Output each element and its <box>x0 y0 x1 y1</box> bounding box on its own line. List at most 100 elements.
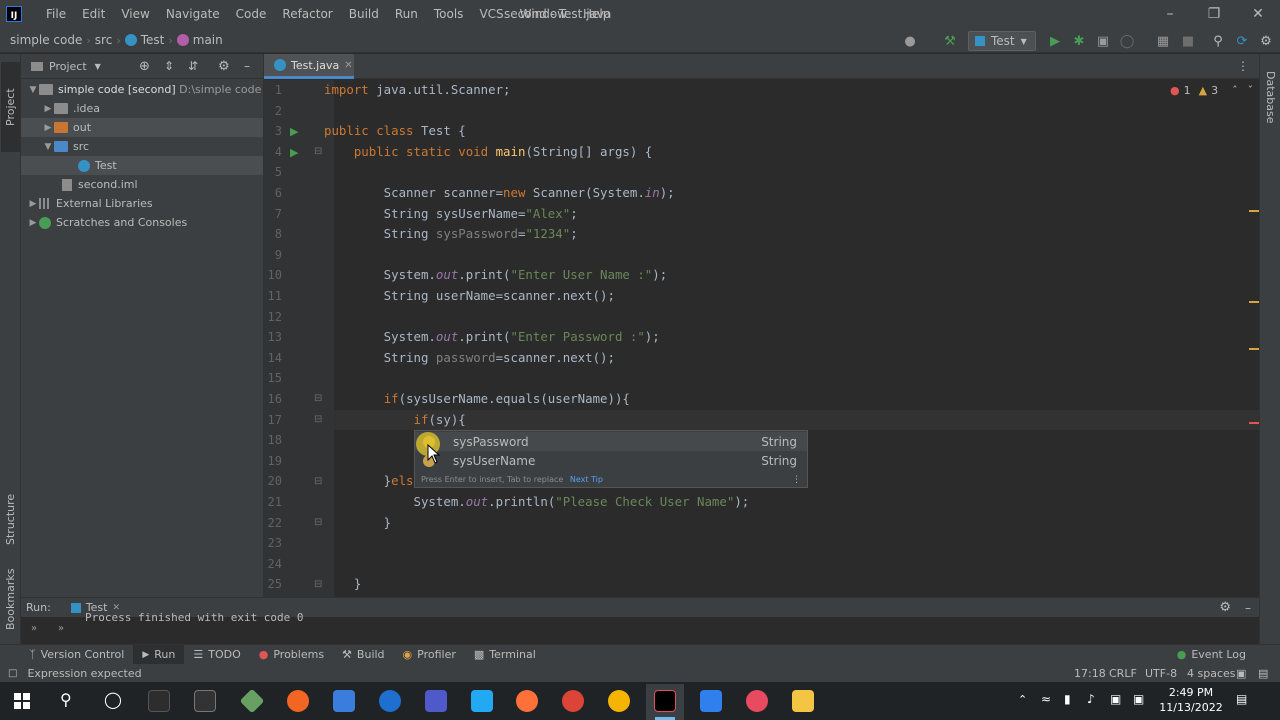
collapse-all-icon[interactable]: ⇵ <box>188 59 198 73</box>
expand-arrow-icon[interactable]: ▶ <box>27 199 39 209</box>
expand-arrow-icon[interactable]: ▶ <box>42 123 54 133</box>
crosshair-icon[interactable]: ⊕ <box>139 59 150 74</box>
todo-button[interactable]: ☰ TODO <box>184 645 249 665</box>
expand-arrow-icon[interactable]: ▼ <box>27 85 39 95</box>
build-tool-button[interactable]: ⚒ Build <box>333 645 394 665</box>
fold-icon[interactable]: ⊟ <box>314 393 322 404</box>
restore-button[interactable]: ❐ <box>1192 0 1236 28</box>
expand-arrow-icon[interactable]: ▶ <box>27 218 39 228</box>
settings-icon[interactable]: ⚙ <box>1258 33 1274 49</box>
wifi-icon[interactable]: ≈ <box>1041 692 1051 706</box>
tree-item-test[interactable]: Test <box>21 156 263 175</box>
database-tool-tab[interactable]: Database <box>1261 62 1280 132</box>
run-main-icon[interactable]: ▶ <box>290 146 298 159</box>
lock-icon[interactable]: ▣ <box>1236 667 1246 680</box>
stop-icon[interactable]: ■ <box>1180 33 1196 49</box>
fold-icon[interactable]: ⊟ <box>314 579 322 590</box>
hide-panel-icon[interactable]: – <box>244 59 250 73</box>
completion-item[interactable]: sysPassword String <box>415 432 807 451</box>
indent-setting[interactable]: 4 spaces <box>1187 667 1236 680</box>
warning-stripe-mark[interactable] <box>1249 301 1259 303</box>
user-icon[interactable]: ● <box>902 33 918 49</box>
volume-icon[interactable]: ♪ <box>1087 692 1095 706</box>
menu-build[interactable]: Build <box>341 0 387 28</box>
warning-stripe-mark[interactable] <box>1249 210 1259 212</box>
intellij-logo-icon[interactable]: IJ <box>6 6 22 22</box>
app-icon[interactable] <box>333 690 355 712</box>
tree-item-idea[interactable]: ▶ .idea <box>21 99 263 118</box>
menu-tools[interactable]: Tools <box>426 0 472 28</box>
menu-navigate[interactable]: Navigate <box>158 0 228 28</box>
profile-icon[interactable]: ◯ <box>1119 33 1135 49</box>
menu-code[interactable]: Code <box>228 0 275 28</box>
menu-file[interactable]: File <box>38 0 74 28</box>
debug-icon[interactable]: ✱ <box>1071 33 1087 49</box>
word-icon[interactable] <box>379 690 401 712</box>
memory-icon[interactable]: ▤ <box>1258 667 1268 680</box>
tree-item-iml[interactable]: second.iml <box>21 175 263 194</box>
version-control-button[interactable]: ᛉ Version Control <box>20 645 133 665</box>
status-toggle-icon[interactable]: □ <box>8 668 17 679</box>
chevron-down-icon[interactable]: ▼ <box>95 62 101 71</box>
breadcrumb-method[interactable]: main <box>173 33 227 47</box>
fold-icon[interactable]: ⊟ <box>314 476 322 487</box>
chevron-down-icon[interactable]: ˇ <box>1248 84 1254 97</box>
chrome-icon[interactable] <box>562 690 584 712</box>
chevron-up-icon[interactable]: ⌃ <box>1018 693 1027 706</box>
tray-icon[interactable]: ▣ <box>1133 692 1144 706</box>
build-project-icon[interactable]: ▦ <box>1155 33 1171 49</box>
fold-icon[interactable]: ⊟ <box>314 146 322 157</box>
chevron-up-icon[interactable]: ˆ <box>1232 84 1238 97</box>
fold-icon[interactable]: ⊟ <box>314 414 322 425</box>
structure-tool-tab[interactable]: Structure <box>1 484 20 554</box>
expand-arrow-icon[interactable]: ▶ <box>42 104 54 114</box>
tree-item-external-libraries[interactable]: ▶ External Libraries <box>21 194 263 213</box>
profiler-button[interactable]: ◉ Profiler <box>394 645 465 665</box>
fold-icon[interactable]: ⊟ <box>314 517 322 528</box>
vscode-icon[interactable] <box>471 690 493 712</box>
screen-recorder-icon[interactable] <box>148 690 170 712</box>
search-icon[interactable]: ⚲ <box>60 690 72 709</box>
project-tool-tab[interactable]: Project <box>1 62 20 152</box>
run-icon[interactable]: ▶ <box>1047 33 1063 49</box>
close-tab-icon[interactable]: ✕ <box>344 60 352 71</box>
gear-icon[interactable]: ⚙ <box>1219 600 1231 615</box>
breadcrumb-class[interactable]: Test <box>121 33 169 47</box>
menu-edit[interactable]: Edit <box>74 0 113 28</box>
tree-item-scratches[interactable]: ▶ Scratches and Consoles <box>21 213 263 232</box>
hammer-icon[interactable]: ⚒ <box>942 33 958 49</box>
file-encoding[interactable]: UTF-8 <box>1145 667 1177 680</box>
app-icon[interactable] <box>608 690 630 712</box>
search-icon[interactable]: ⚲ <box>1210 33 1226 49</box>
app-icon[interactable] <box>746 690 768 712</box>
caret-position[interactable]: 17:18 <box>1074 667 1106 680</box>
teams-icon[interactable] <box>425 690 447 712</box>
event-log-button[interactable]: ● Event Log <box>1168 645 1255 665</box>
terminal-app-icon[interactable] <box>194 690 216 712</box>
coverage-icon[interactable]: ▣ <box>1095 33 1111 49</box>
hide-panel-icon[interactable]: – <box>1245 601 1251 615</box>
windows-start-icon[interactable] <box>14 693 30 709</box>
minimize-button[interactable]: – <box>1148 0 1192 28</box>
project-panel-title[interactable]: Project <box>49 60 87 73</box>
breadcrumb-folder[interactable]: src <box>91 33 117 47</box>
tree-item-src[interactable]: ▼ src <box>21 137 263 156</box>
clock[interactable]: 2:49 PM 11/13/2022 <box>1156 685 1226 715</box>
notification-icon[interactable]: ▤ <box>1236 692 1247 706</box>
tray-icon[interactable]: ▣ <box>1110 692 1121 706</box>
app-icon[interactable] <box>700 690 722 712</box>
run-tool-button[interactable]: ▶ Run <box>133 644 185 665</box>
task-view-icon[interactable]: ◯ <box>104 690 122 709</box>
gear-icon[interactable]: ⚙ <box>218 59 230 74</box>
inspection-widget[interactable]: ● 1 ▲ 3 ˆ ˇ <box>1170 84 1253 97</box>
terminal-button[interactable]: ▩ Terminal <box>465 645 545 665</box>
update-icon[interactable]: ⟳ <box>1234 33 1250 49</box>
tree-item-out[interactable]: ▶ out <box>21 118 263 137</box>
more-options-icon[interactable]: ⋮ <box>792 475 801 485</box>
run-class-icon[interactable]: ▶ <box>290 125 298 138</box>
next-tip-link[interactable]: Next Tip <box>570 475 603 484</box>
run-console[interactable]: » » Process finished with exit code 0 <box>21 611 1259 644</box>
chevron-right-icon[interactable]: » <box>58 623 64 634</box>
more-tabs-icon[interactable]: ⋮ <box>1237 59 1249 73</box>
intellij-taskbar-icon[interactable] <box>654 690 676 712</box>
